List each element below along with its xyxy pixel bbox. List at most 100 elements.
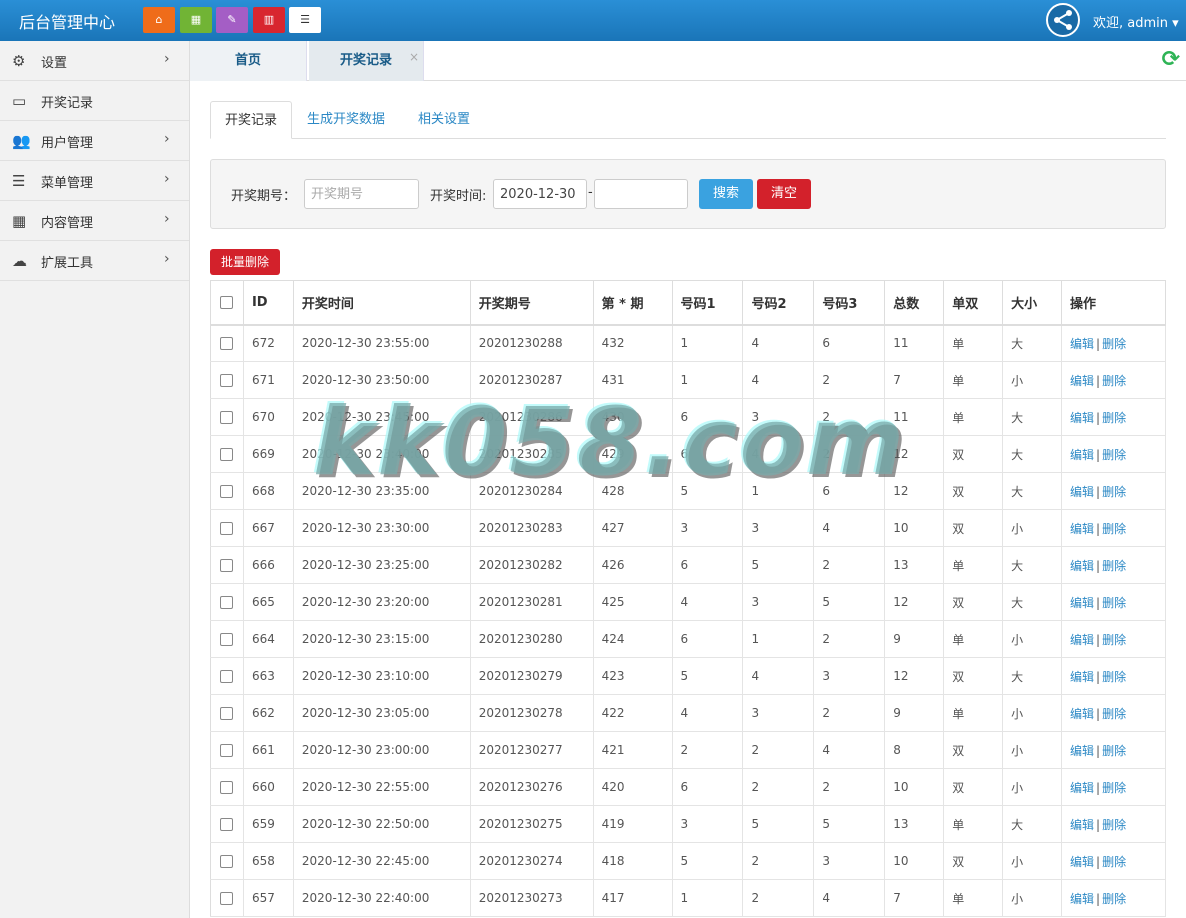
table-cell: 10 (884, 842, 945, 880)
tab-lottery-records[interactable]: 开奖记录 × (309, 41, 424, 81)
edit-link[interactable]: 编辑 (1070, 448, 1094, 462)
row-select-cell (210, 324, 244, 362)
edit-link[interactable]: 编辑 (1070, 855, 1094, 869)
table-cell: 432 (593, 324, 673, 362)
table-cell: 5 (742, 546, 815, 584)
delete-link[interactable]: 删除 (1102, 374, 1126, 388)
actions-cell: 编辑 | 删除 (1061, 657, 1166, 695)
search-button[interactable]: 搜索 (699, 179, 753, 209)
app-title: 后台管理中心 (19, 13, 116, 32)
row-checkbox[interactable] (220, 818, 234, 831)
trash-button[interactable]: ▥ (253, 7, 285, 33)
table-cell: 4 (742, 657, 815, 695)
tab-settings[interactable]: 相关设置 (418, 101, 470, 139)
edit-link[interactable]: 编辑 (1070, 633, 1094, 647)
user-menu[interactable]: 欢迎, admin ▾ (1093, 12, 1179, 31)
sidebar-item-users[interactable]: 👥 用户管理 › (0, 121, 189, 161)
list-icon: ☰ (300, 13, 310, 26)
edit-link[interactable]: 编辑 (1070, 559, 1094, 573)
edit-link[interactable]: 编辑 (1070, 670, 1094, 684)
row-checkbox[interactable] (220, 670, 234, 683)
delete-link[interactable]: 删除 (1102, 337, 1126, 351)
select-all-checkbox[interactable] (220, 295, 234, 309)
delete-link[interactable]: 删除 (1102, 670, 1126, 684)
column-header: 号码3 (813, 280, 886, 326)
delete-link[interactable]: 删除 (1102, 855, 1126, 869)
row-checkbox[interactable] (220, 633, 234, 646)
sidebar-item-menus[interactable]: ☰ 菜单管理 › (0, 161, 189, 201)
row-checkbox[interactable] (220, 448, 234, 461)
delete-link[interactable]: 删除 (1102, 559, 1126, 573)
row-checkbox[interactable] (220, 522, 234, 535)
edit-link[interactable]: 编辑 (1070, 596, 1094, 610)
table-cell: 1 (742, 620, 815, 658)
clear-button[interactable]: 清空 (757, 179, 811, 209)
delete-link[interactable]: 删除 (1102, 707, 1126, 721)
delete-link[interactable]: 删除 (1102, 633, 1126, 647)
table-cell: 420 (593, 768, 673, 806)
table-cell: 4 (742, 361, 815, 399)
delete-link[interactable]: 删除 (1102, 744, 1126, 758)
row-checkbox[interactable] (220, 892, 234, 905)
delete-link[interactable]: 删除 (1102, 411, 1126, 425)
refresh-icon[interactable]: ⟳ (1162, 47, 1180, 72)
tab-home[interactable]: 首页 (190, 41, 307, 81)
edit-link[interactable]: 编辑 (1070, 707, 1094, 721)
period-input[interactable] (304, 179, 419, 209)
action-separator: | (1096, 817, 1101, 832)
table-cell: 单 (943, 361, 1004, 399)
row-checkbox[interactable] (220, 485, 234, 498)
delete-link[interactable]: 删除 (1102, 485, 1126, 499)
date-to-input[interactable] (594, 179, 688, 209)
date-from-input[interactable] (493, 179, 587, 209)
row-checkbox[interactable] (220, 559, 234, 572)
edit-link[interactable]: 编辑 (1070, 818, 1094, 832)
edit-link[interactable]: 编辑 (1070, 522, 1094, 536)
list-button[interactable]: ☰ (289, 7, 321, 33)
delete-link[interactable]: 删除 (1102, 781, 1126, 795)
edit-link[interactable]: 编辑 (1070, 744, 1094, 758)
delete-link[interactable]: 删除 (1102, 522, 1126, 536)
table-cell: 单 (943, 620, 1004, 658)
row-checkbox[interactable] (220, 374, 234, 387)
table-cell: 2020-12-30 23:40:00 (293, 435, 471, 473)
row-checkbox[interactable] (220, 337, 234, 351)
monitor-icon: ▭ (12, 92, 27, 110)
table-cell: 1 (672, 324, 744, 362)
row-checkbox[interactable] (220, 855, 234, 868)
delete-link[interactable]: 删除 (1102, 818, 1126, 832)
home-button[interactable]: ⌂ (143, 7, 175, 33)
grid-button[interactable]: ▦ (180, 7, 212, 33)
table-cell: 668 (243, 472, 294, 510)
delete-link[interactable]: 删除 (1102, 892, 1126, 906)
row-checkbox[interactable] (220, 411, 234, 424)
sidebar-item-content[interactable]: ▦ 内容管理 › (0, 201, 189, 241)
edit-link[interactable]: 编辑 (1070, 485, 1094, 499)
table-cell: 11 (884, 398, 945, 436)
row-checkbox[interactable] (220, 744, 234, 757)
sidebar-item-lottery-records[interactable]: ▭ 开奖记录 (0, 81, 189, 121)
edit-link[interactable]: 编辑 (1070, 337, 1094, 351)
tab-records[interactable]: 开奖记录 (210, 101, 292, 139)
close-icon[interactable]: × (409, 37, 419, 77)
row-checkbox[interactable] (220, 781, 234, 794)
batch-delete-button[interactable]: 批量删除 (210, 249, 280, 275)
edit-link[interactable]: 编辑 (1070, 781, 1094, 795)
tab-generate-data[interactable]: 生成开奖数据 (307, 101, 385, 139)
row-checkbox[interactable] (220, 707, 234, 720)
table-cell: 小 (1002, 694, 1063, 732)
edit-link[interactable]: 编辑 (1070, 411, 1094, 425)
row-checkbox[interactable] (220, 596, 234, 609)
table-cell: 20201230283 (470, 509, 594, 547)
sidebar-item-tools[interactable]: ☁ 扩展工具 › (0, 241, 189, 281)
edit-link[interactable]: 编辑 (1070, 374, 1094, 388)
table-cell: 20201230278 (470, 694, 594, 732)
chevron-right-icon: › (164, 51, 170, 67)
sidebar-item-settings[interactable]: ⚙ 设置 › (0, 41, 189, 81)
edit-button[interactable]: ✎ (216, 7, 248, 33)
edit-link[interactable]: 编辑 (1070, 892, 1094, 906)
action-separator: | (1096, 336, 1101, 351)
delete-link[interactable]: 删除 (1102, 596, 1126, 610)
column-header: 单双 (943, 280, 1004, 326)
delete-link[interactable]: 删除 (1102, 448, 1126, 462)
